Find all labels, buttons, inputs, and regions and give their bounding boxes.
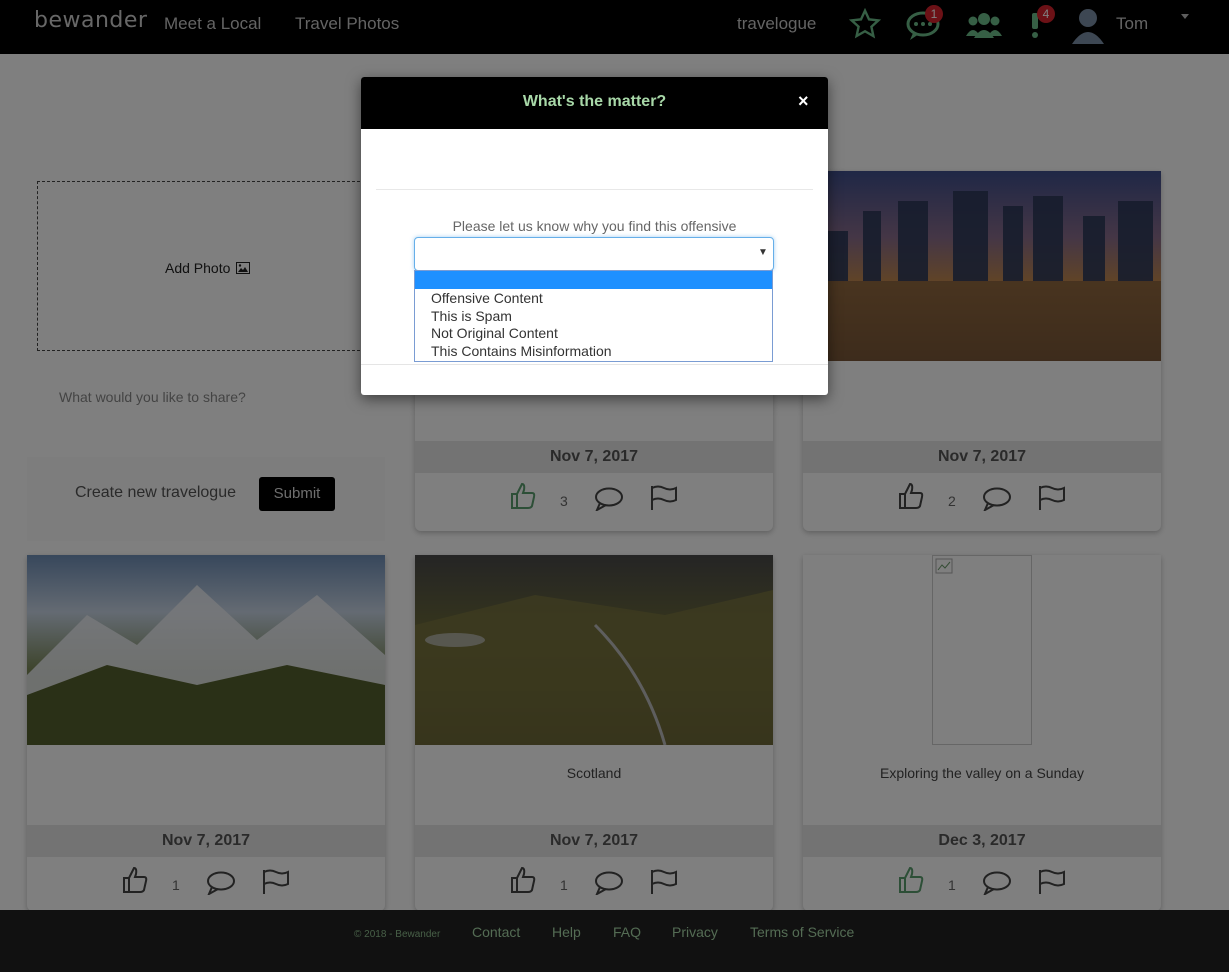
dropdown-option-spam[interactable]: This is Spam [415, 307, 772, 325]
dropdown-option-offensive[interactable]: Offensive Content [415, 289, 772, 307]
modal-prompt: Please let us know why you find this off… [452, 218, 737, 234]
select-arrow-icon: ▼ [758, 247, 768, 258]
dropdown-option-not-original[interactable]: Not Original Content [415, 324, 772, 342]
modal-footer-divider [361, 364, 828, 365]
report-modal: What's the matter? × Please let us know … [361, 77, 828, 395]
modal-divider [376, 189, 813, 190]
reason-dropdown-list: Offensive Content This is Spam Not Origi… [414, 270, 773, 362]
close-icon[interactable]: × [798, 91, 809, 112]
modal-title: What's the matter? [522, 93, 667, 110]
dropdown-option-blank[interactable] [415, 271, 772, 289]
modal-header: What's the matter? × [361, 77, 828, 129]
reason-select[interactable]: ▼ [414, 237, 774, 271]
dropdown-option-misinformation[interactable]: This Contains Misinformation [415, 342, 772, 360]
